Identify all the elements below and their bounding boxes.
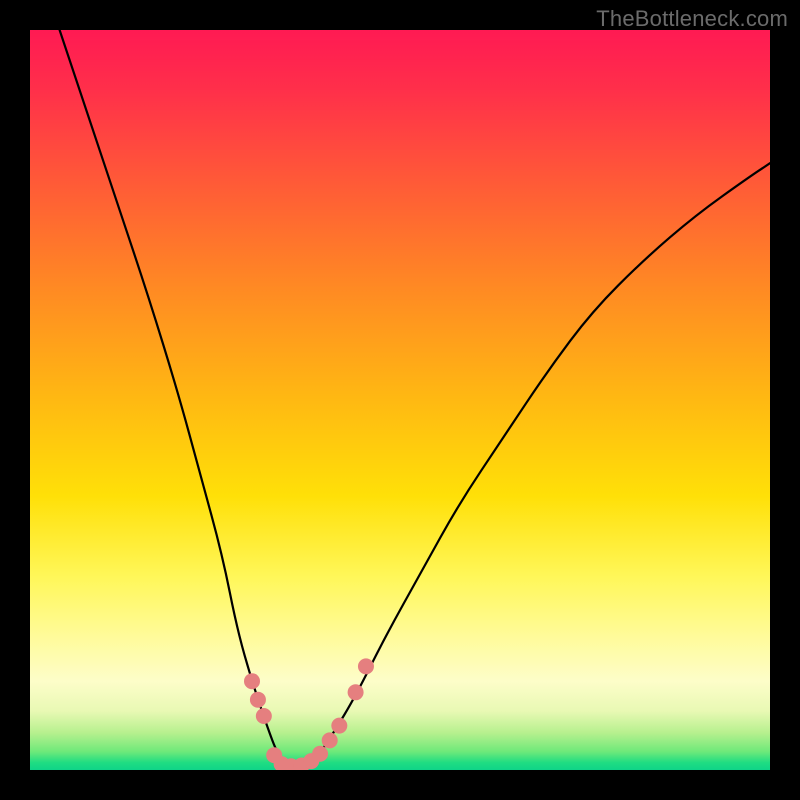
bottleneck-curve [60, 30, 770, 766]
highlight-dot [244, 673, 260, 689]
highlight-dot [348, 684, 364, 700]
plot-area [30, 30, 770, 770]
highlight-dot [358, 658, 374, 674]
highlight-dot [256, 708, 272, 724]
highlight-dot [322, 732, 338, 748]
highlight-dots-group [244, 658, 374, 770]
watermark-label: TheBottleneck.com [596, 6, 788, 32]
highlight-dot [331, 718, 347, 734]
highlight-dot [312, 746, 328, 762]
curve-svg [30, 30, 770, 770]
chart-frame: TheBottleneck.com [0, 0, 800, 800]
highlight-dot [250, 692, 266, 708]
